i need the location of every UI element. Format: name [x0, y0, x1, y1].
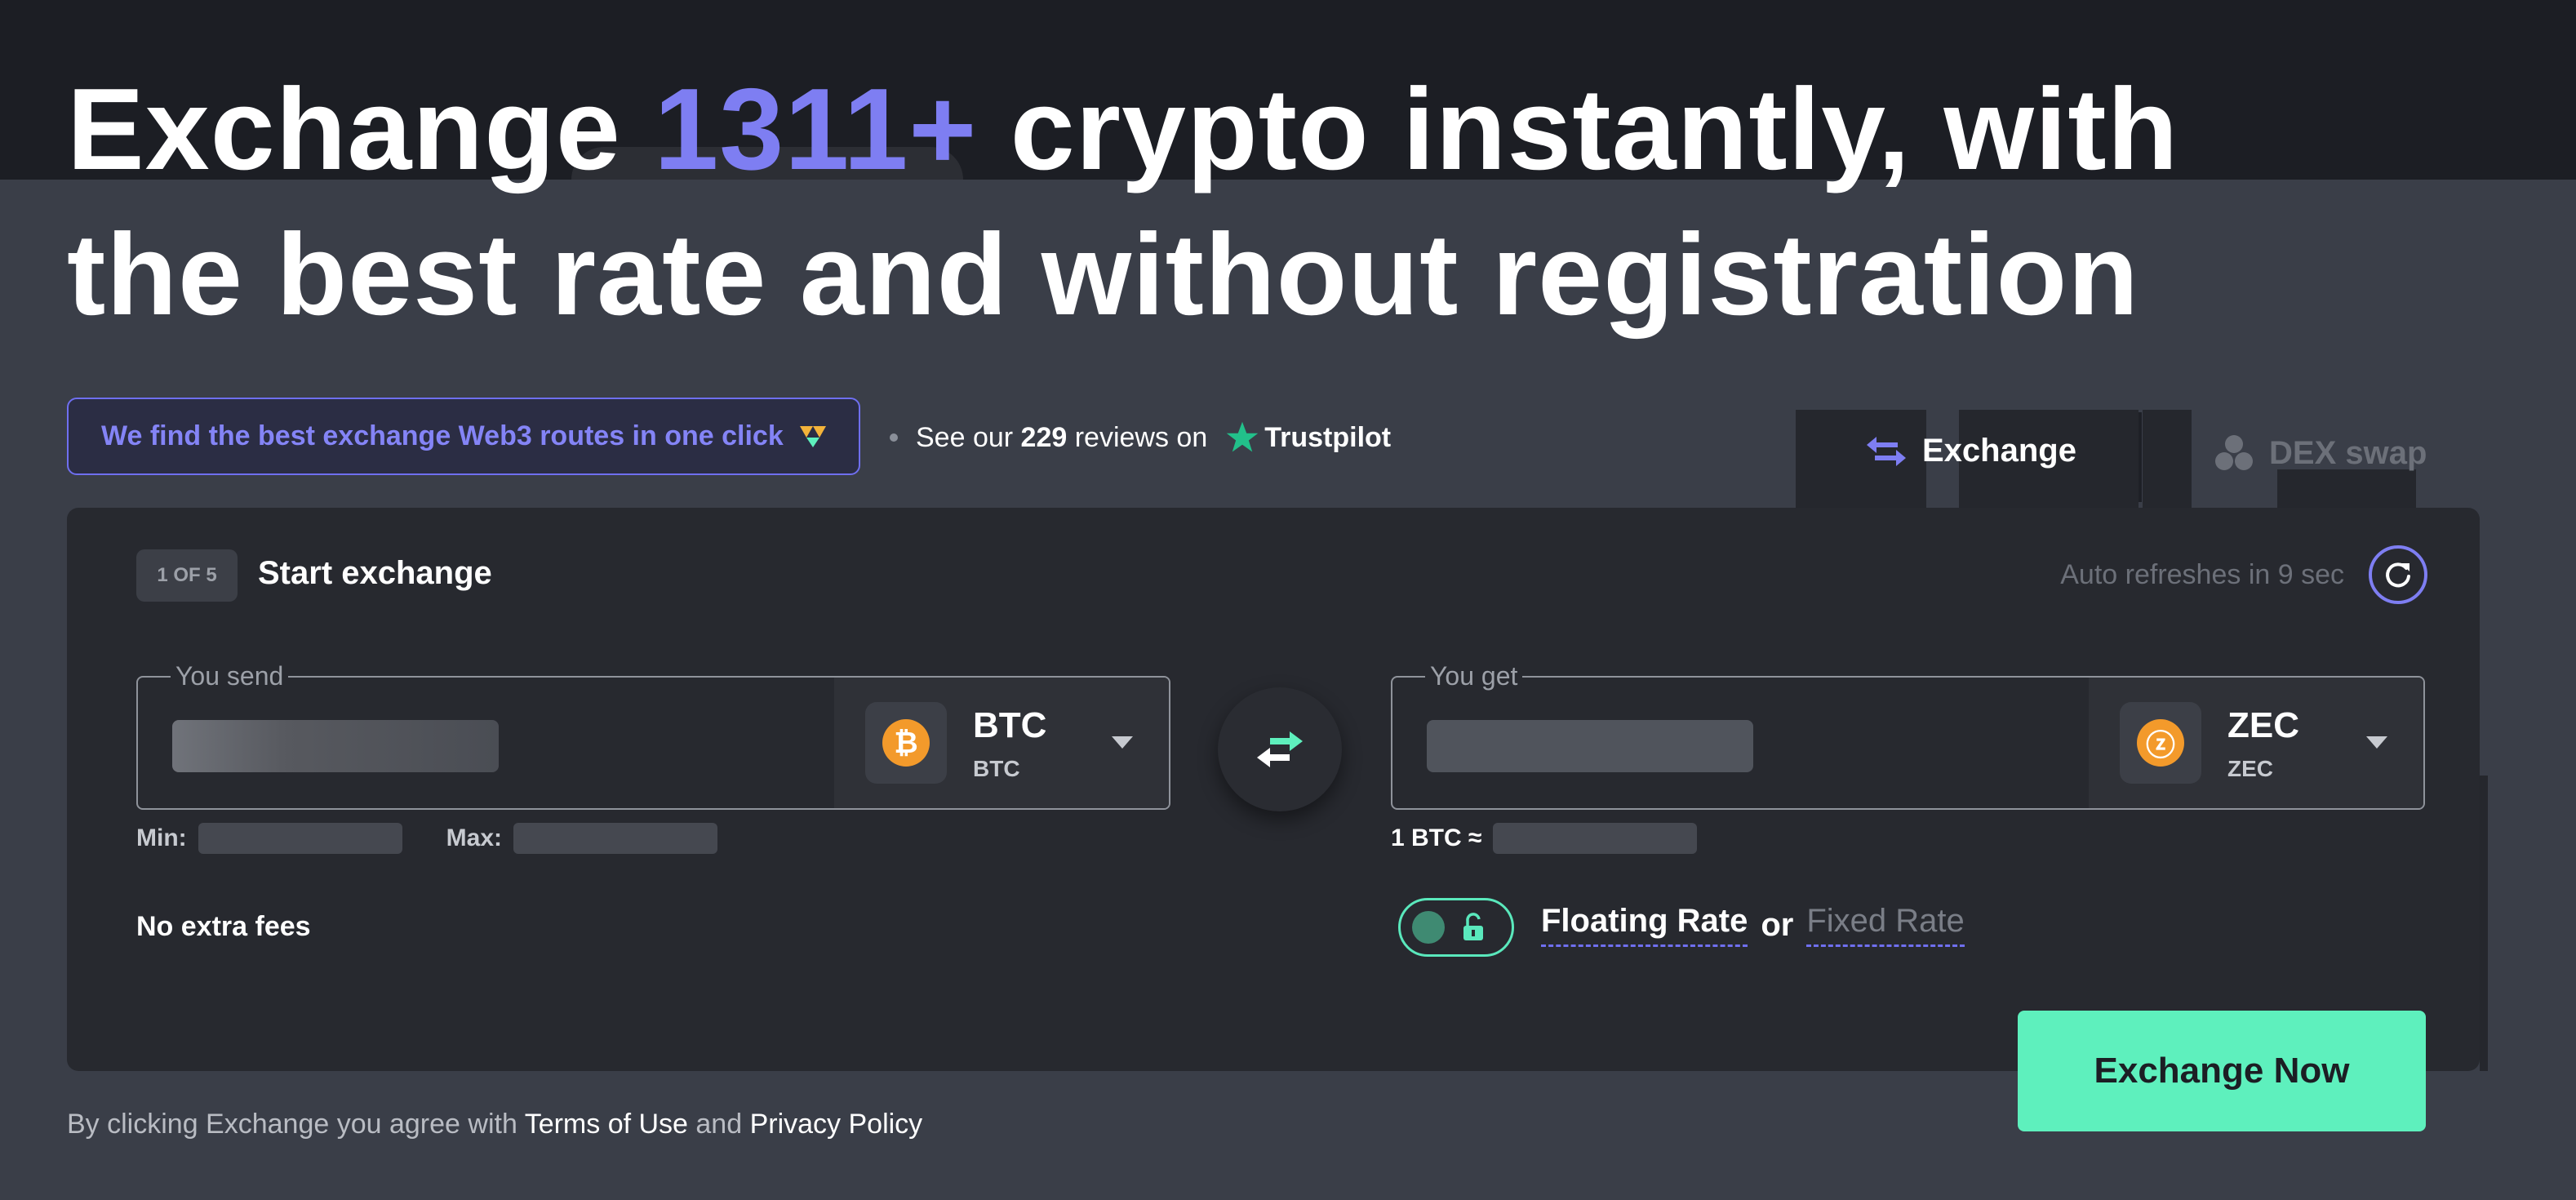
- get-ticker: ZEC: [2227, 705, 2299, 745]
- get-currency-select[interactable]: ⓩ ZEC ZEC: [2089, 678, 2423, 808]
- min-max-limits: Min: Max:: [136, 823, 717, 854]
- refresh-button[interactable]: [2369, 545, 2427, 604]
- web3-routes-button[interactable]: We find the best exchange Web3 routes in…: [67, 398, 860, 475]
- page-headline: Exchange 1311+ crypto instantly, with th…: [67, 57, 2271, 348]
- dex-circles-icon: [2215, 435, 2253, 470]
- max-value-skeleton: [513, 823, 717, 854]
- max-label: Max:: [446, 824, 502, 851]
- rate-or-text: or: [1761, 906, 1794, 943]
- tab-exchange[interactable]: Exchange: [1865, 433, 2076, 469]
- headline-coin-count: 1311+: [654, 64, 978, 194]
- zcash-icon: ⓩ: [2137, 719, 2184, 767]
- send-legend: You send: [171, 658, 289, 694]
- send-field: You send ₿ BTC BTC: [136, 658, 1170, 810]
- route-arrow-icon: [799, 425, 826, 447]
- trustpilot-brand: Trustpilot: [1264, 421, 1392, 453]
- min-value-skeleton: [198, 823, 402, 854]
- chevron-down-icon: [1112, 736, 1133, 749]
- reviews-suffix: reviews on: [1067, 421, 1208, 453]
- reviews-text: See our 229 reviews on: [916, 422, 1207, 454]
- min-label: Min:: [136, 824, 187, 851]
- tab-dex-swap[interactable]: DEX swap: [2214, 433, 2427, 473]
- trustpilot-reviews: See our 229 reviews on Trustpilot: [890, 413, 1391, 462]
- rate-value-skeleton: [1493, 823, 1698, 854]
- step-badge: 1 OF 5: [136, 549, 238, 602]
- send-currency-select[interactable]: ₿ BTC BTC: [834, 678, 1169, 808]
- get-field: You get ⓩ ZEC ZEC: [1391, 658, 2425, 810]
- fixed-rate-option[interactable]: Fixed Rate: [1806, 903, 1965, 947]
- privacy-policy-link[interactable]: Privacy Policy: [750, 1109, 923, 1140]
- reviews-count: 229: [1020, 421, 1068, 453]
- get-amount-output: [1427, 720, 1753, 772]
- trustpilot-link[interactable]: Trustpilot: [1225, 420, 1391, 455]
- get-coin-icon-wrap: ⓩ: [2120, 702, 2201, 784]
- swap-arrows-icon: [1257, 731, 1303, 767]
- exchange-rate: 1 BTC ≈: [1391, 823, 1698, 854]
- legal-and: and: [687, 1109, 750, 1140]
- send-ticker: BTC: [973, 705, 1047, 745]
- web3-routes-label: We find the best exchange Web3 routes in…: [101, 420, 784, 451]
- send-coin-icon-wrap: ₿: [865, 702, 947, 784]
- get-legend: You get: [1425, 658, 1523, 694]
- terms-of-use-link[interactable]: Terms of Use: [525, 1109, 688, 1140]
- bitcoin-icon: ₿: [882, 719, 930, 767]
- chevron-down-icon: [2366, 736, 2387, 749]
- legal-notice: By clicking Exchange you agree with Term…: [67, 1109, 922, 1140]
- auto-refresh: Auto refreshes in 9 sec: [2060, 545, 2427, 604]
- swap-currencies-button[interactable]: [1218, 687, 1342, 811]
- rate-type-toggle[interactable]: [1398, 898, 1514, 957]
- get-network: ZEC: [2227, 756, 2273, 781]
- rate-label: 1 BTC ≈: [1391, 824, 1482, 851]
- star-icon: [1226, 421, 1259, 452]
- tab-exchange-label: Exchange: [1922, 433, 2076, 469]
- reviews-prefix: See our: [916, 421, 1021, 453]
- floating-rate-option[interactable]: Floating Rate: [1541, 903, 1748, 947]
- rate-type-options: Floating Rate or Fixed Rate: [1541, 903, 1965, 947]
- toggle-knob: [1412, 911, 1445, 944]
- auto-refresh-text: Auto refreshes in 9 sec: [2060, 558, 2344, 590]
- legal-prefix: By clicking Exchange you agree with: [67, 1109, 525, 1140]
- send-network: BTC: [973, 756, 1020, 781]
- refresh-icon: [2386, 562, 2410, 588]
- exchange-now-button[interactable]: Exchange Now: [2018, 1011, 2426, 1131]
- unlock-icon: [1463, 913, 1483, 940]
- no-fees-note: No extra fees: [136, 911, 311, 942]
- send-amount-input[interactable]: [172, 720, 499, 772]
- tab-dex-swap-label: DEX swap: [2269, 434, 2427, 471]
- headline-prefix: Exchange: [67, 64, 655, 194]
- step-title: Start exchange: [258, 555, 492, 591]
- swap-arrows-icon: [1867, 436, 1906, 466]
- separator-dot: [890, 433, 898, 442]
- tab-divider: [2139, 412, 2142, 502]
